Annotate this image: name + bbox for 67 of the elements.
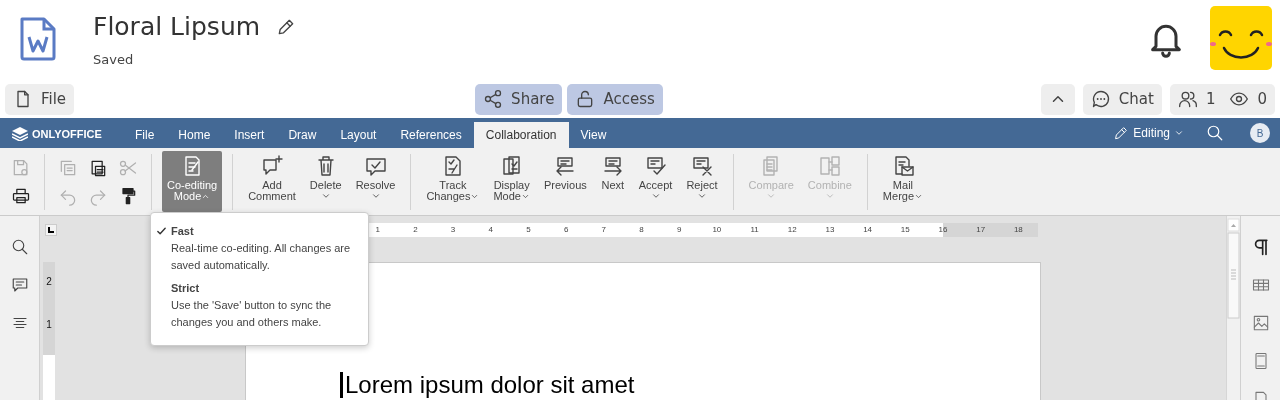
menu-tab[interactable]: Draw <box>276 122 329 148</box>
chat-icon <box>1090 89 1111 109</box>
menu-tab[interactable]: File <box>123 122 167 148</box>
ruler-number: 14 <box>862 224 874 236</box>
ruler-number: 13 <box>824 224 836 236</box>
pencil-icon <box>1113 125 1130 141</box>
access-button[interactable]: Access <box>567 83 663 115</box>
reject-button[interactable]: Reject <box>681 151 723 212</box>
ruler-number: 18 <box>1012 224 1024 236</box>
combine-icon <box>817 154 842 178</box>
document-text: Lorem ipsum dolor sit amet <box>345 371 635 399</box>
file-button[interactable]: File <box>5 83 75 115</box>
previous-button[interactable]: Previous <box>538 151 592 212</box>
search-icon[interactable] <box>1206 124 1224 142</box>
save-status: Saved <box>93 51 135 69</box>
ruler-number: 7 <box>600 224 608 236</box>
participants-button[interactable]: 1 0 <box>1169 83 1275 115</box>
ruler-number: 17 <box>975 224 987 236</box>
co-editing-mode-button[interactable]: Co-editing Mode <box>162 151 223 212</box>
display-mode-button[interactable]: Display Mode <box>488 151 535 212</box>
next-button[interactable]: Next <box>595 151 630 212</box>
menu-tab[interactable]: Home <box>166 122 223 148</box>
ruler-number: 10 <box>711 224 723 236</box>
ruler-number: 3 <box>449 224 457 236</box>
resolve-button[interactable]: Resolve <box>350 151 401 212</box>
ruler-number: 11 <box>749 224 760 236</box>
ruler-number: 5 <box>525 224 532 236</box>
accept-button[interactable]: Accept <box>633 151 678 212</box>
editing-mode-dropdown[interactable]: Editing <box>1113 124 1184 142</box>
add-comment-button[interactable]: Add Comment <box>243 151 301 212</box>
text-cursor <box>340 372 343 398</box>
ruler-number: 16 <box>937 224 949 236</box>
logo-icon <box>12 127 28 142</box>
comments-icon[interactable] <box>10 276 29 294</box>
share-icon <box>483 89 504 109</box>
ruler-number: 15 <box>899 224 911 236</box>
share-button[interactable]: Share <box>475 83 563 115</box>
mail-merge-button[interactable]: Mail Merge <box>877 151 929 212</box>
menu-item[interactable]: Strict Use the 'Save' button to sync the changes you and others make. <box>151 280 360 331</box>
document-title: Floral Lipsum <box>93 12 261 42</box>
user-avatar[interactable]: B <box>1250 123 1270 143</box>
logo-text: ONLYOFFICE <box>32 127 102 142</box>
users-icon <box>1177 89 1198 109</box>
menu-tab[interactable]: Layout <box>328 122 389 148</box>
delete-button[interactable]: Delete <box>304 151 347 212</box>
ruler-number: 6 <box>562 224 570 236</box>
ruler-number: 4 <box>487 224 494 236</box>
menu-item[interactable]: Fast Real-time co-editing. All changes are saved automatically. <box>151 223 360 274</box>
smiley-avatar[interactable] <box>1210 6 1272 70</box>
ruler-number: 2 <box>412 224 419 236</box>
chat-button[interactable]: Chat <box>1082 83 1162 115</box>
reject-icon <box>690 154 714 178</box>
ruler-number: 1 <box>45 318 53 332</box>
ruler-number: 2 <box>45 275 53 289</box>
caret-icon <box>1174 128 1184 138</box>
search-icon[interactable] <box>10 238 29 256</box>
menu-tab[interactable]: Collaboration <box>473 122 569 148</box>
menu-tab[interactable]: References <box>388 122 474 148</box>
ruler-number: 8 <box>638 224 645 236</box>
ruler-number: 12 <box>786 224 798 236</box>
ruler-number: 1 <box>374 224 381 236</box>
menu-tab[interactable]: View <box>568 122 619 148</box>
tab-stop-icon[interactable] <box>45 224 57 236</box>
menu-tab[interactable]: Insert <box>222 122 277 148</box>
track-changes-button[interactable]: Track Changes <box>421 151 485 212</box>
document-icon <box>18 15 58 63</box>
ruler-number: 9 <box>675 224 683 236</box>
